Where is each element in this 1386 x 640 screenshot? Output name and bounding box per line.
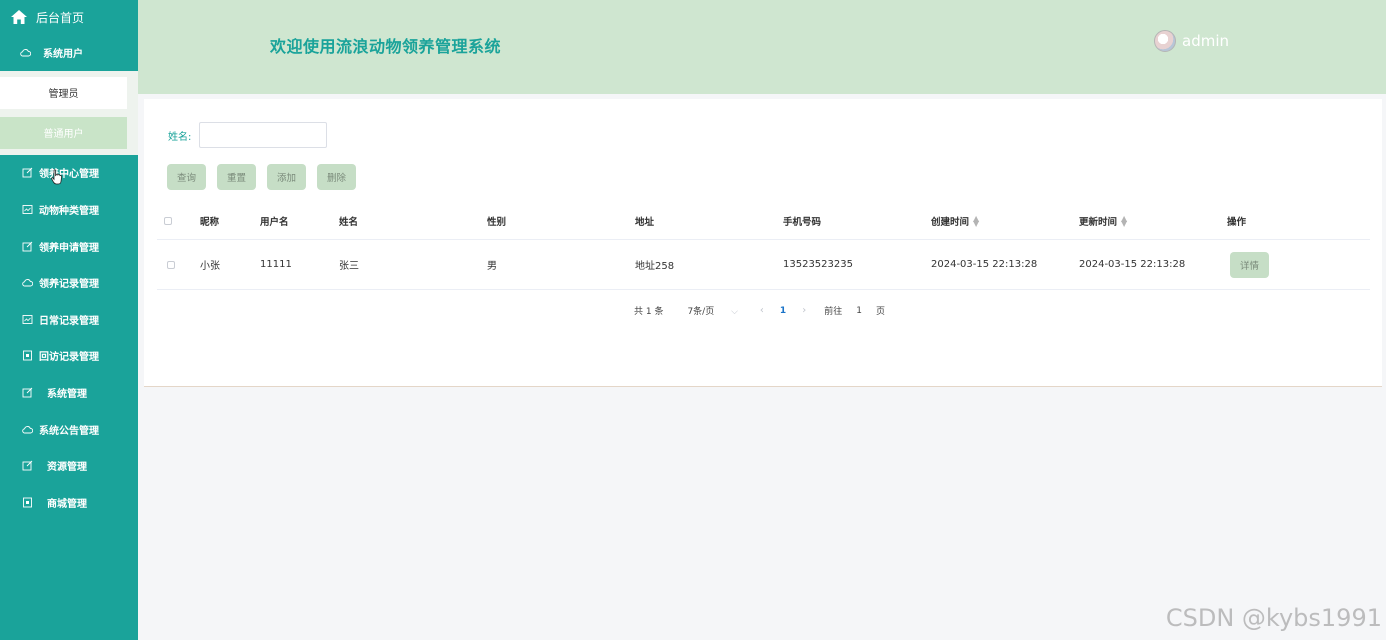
row-checkbox[interactable]: [167, 260, 175, 269]
submenu-system-users: 管理员 普通用户: [0, 70, 138, 155]
table-row: 小张 11111 张三 男 地址258 13523523235 2024-03-…: [157, 240, 1370, 290]
col-updated-label: 更新时间: [1079, 216, 1118, 228]
table-header-row: 昵称 用户名 姓名 性别 地址 手机号码 创建时间 ▲ ▼ 更新时间 ▲ ▼ 操作: [157, 202, 1370, 240]
sidebar-item-label: 领养申请管理: [39, 242, 99, 254]
cell-created: 2024-03-15 22:13:28: [931, 259, 1038, 270]
goto-suffix: 页: [875, 307, 885, 317]
cell-name: 张三: [339, 261, 359, 272]
col-nickname: 昵称: [200, 216, 220, 228]
next-page-icon[interactable]: ›: [802, 305, 806, 316]
sidebar-item-label: 领养中心管理: [39, 169, 99, 181]
sidebar-item-system-management[interactable]: 系统管理: [0, 374, 138, 411]
sidebar-item-adoption-records[interactable]: 领养记录管理: [0, 264, 138, 301]
user-name: admin: [1182, 32, 1229, 50]
pagination: 共 1 条 7条/页 ⌵ ‹ 1 › 前往 1 页: [634, 304, 885, 317]
chart-icon: [22, 314, 33, 325]
col-phone: 手机号码: [783, 216, 822, 228]
user-menu[interactable]: admin: [1154, 30, 1229, 52]
edit-icon: [22, 241, 33, 252]
cloud-icon: [22, 277, 33, 288]
home-icon: [10, 8, 28, 26]
document-icon: [22, 350, 33, 361]
cloud-icon: [20, 47, 31, 58]
search-row: 姓名:: [168, 122, 328, 148]
sidebar-item-label: 动物种类管理: [39, 205, 99, 217]
chart-icon: [22, 204, 33, 215]
hand-cursor-icon: [51, 169, 63, 185]
cell-nickname: 小张: [200, 261, 220, 272]
reset-button[interactable]: 重置: [217, 164, 256, 190]
add-button[interactable]: 添加: [267, 164, 306, 190]
page-size-select[interactable]: 7条/页 ⌵: [687, 304, 737, 317]
content-card: 姓名: 查询 重置 添加 删除 昵称 用户名 姓名 性别 地址 手机号码 创建时…: [144, 99, 1382, 387]
document-icon: [22, 497, 33, 508]
sub-item-label: 管理员: [48, 89, 79, 101]
sort-icon[interactable]: ▲ ▼: [1121, 214, 1127, 227]
toolbar: 查询 重置 添加 删除: [167, 164, 356, 190]
top-header: 欢迎使用流浪动物领养管理系统 admin: [138, 0, 1386, 94]
sidebar-item-adoption-center[interactable]: 领养中心管理: [0, 155, 138, 192]
cell-phone: 13523523235: [783, 259, 853, 270]
sidebar: 后台首页 系统用户 管理员 普通用户 领养中心管理 动物种类管理 领养申请管理 …: [0, 0, 138, 640]
sidebar-item-label: 系统用户: [43, 48, 83, 60]
page-size-value: 7条/页: [687, 307, 715, 317]
delete-button[interactable]: 删除: [317, 164, 356, 190]
brand-label: 后台首页: [36, 10, 85, 25]
col-name: 姓名: [339, 216, 359, 228]
sub-item-admin[interactable]: 管理员: [0, 76, 127, 109]
sub-item-normal-users[interactable]: 普通用户: [0, 116, 127, 149]
edit-icon: [22, 167, 33, 178]
query-button[interactable]: 查询: [167, 164, 206, 190]
sidebar-item-shop[interactable]: 商城管理: [0, 484, 138, 521]
pagination-total: 共 1 条: [634, 307, 664, 317]
watermark: CSDN @kybs1991: [1165, 604, 1382, 632]
search-label: 姓名:: [168, 131, 192, 143]
goto-page-input[interactable]: 1: [856, 306, 862, 316]
sidebar-item-visit-records[interactable]: 回访记录管理: [0, 338, 138, 375]
cloud-icon: [22, 424, 33, 435]
sidebar-item-label: 商城管理: [47, 498, 87, 510]
col-address: 地址: [635, 216, 655, 228]
sidebar-brand[interactable]: 后台首页: [0, 0, 138, 34]
col-created[interactable]: 创建时间 ▲ ▼: [931, 202, 979, 239]
sidebar-item-label: 资源管理: [47, 462, 87, 474]
cell-address: 地址258: [635, 261, 675, 272]
users-table: 昵称 用户名 姓名 性别 地址 手机号码 创建时间 ▲ ▼ 更新时间 ▲ ▼ 操作 …: [157, 202, 1370, 290]
col-username: 用户名: [260, 216, 289, 228]
sidebar-item-label: 系统公告管理: [39, 425, 99, 437]
sub-item-label: 普通用户: [43, 129, 84, 141]
cell-action: 详情: [1230, 240, 1269, 289]
sidebar-item-label: 领养记录管理: [39, 279, 99, 291]
edit-icon: [22, 460, 33, 471]
select-all-checkbox-cell: [164, 202, 172, 239]
cell-username: 11111: [260, 259, 292, 270]
sidebar-item-adoption-applications[interactable]: 领养申请管理: [0, 228, 138, 265]
cell-updated: 2024-03-15 22:13:28: [1079, 259, 1186, 270]
avatar[interactable]: [1154, 30, 1176, 52]
sidebar-item-announcements[interactable]: 系统公告管理: [0, 411, 138, 448]
col-created-label: 创建时间: [931, 216, 970, 228]
sidebar-item-label: 系统管理: [47, 388, 87, 400]
row-checkbox-cell: [167, 240, 175, 289]
goto-prefix: 前往: [824, 307, 843, 317]
col-gender: 性别: [487, 216, 507, 228]
sidebar-item-label: 日常记录管理: [39, 315, 99, 327]
sidebar-item-resources[interactable]: 资源管理: [0, 447, 138, 484]
cell-gender: 男: [487, 261, 497, 272]
edit-icon: [22, 387, 33, 398]
current-page[interactable]: 1: [780, 306, 786, 316]
sidebar-item-daily-records[interactable]: 日常记录管理: [0, 301, 138, 338]
sidebar-item-system-users[interactable]: 系统用户: [0, 34, 138, 71]
sidebar-item-label: 回访记录管理: [39, 352, 99, 364]
page-title: 欢迎使用流浪动物领养管理系统: [270, 37, 502, 56]
name-search-input[interactable]: [199, 122, 328, 148]
prev-page-icon[interactable]: ‹: [760, 305, 764, 316]
col-updated[interactable]: 更新时间 ▲ ▼: [1079, 202, 1127, 239]
sort-icon[interactable]: ▲ ▼: [973, 214, 979, 227]
sidebar-item-animal-types[interactable]: 动物种类管理: [0, 191, 138, 228]
detail-button[interactable]: 详情: [1230, 251, 1269, 278]
select-all-checkbox[interactable]: [164, 216, 172, 225]
chevron-down-icon: ⌵: [731, 307, 738, 317]
col-action: 操作: [1227, 216, 1247, 228]
